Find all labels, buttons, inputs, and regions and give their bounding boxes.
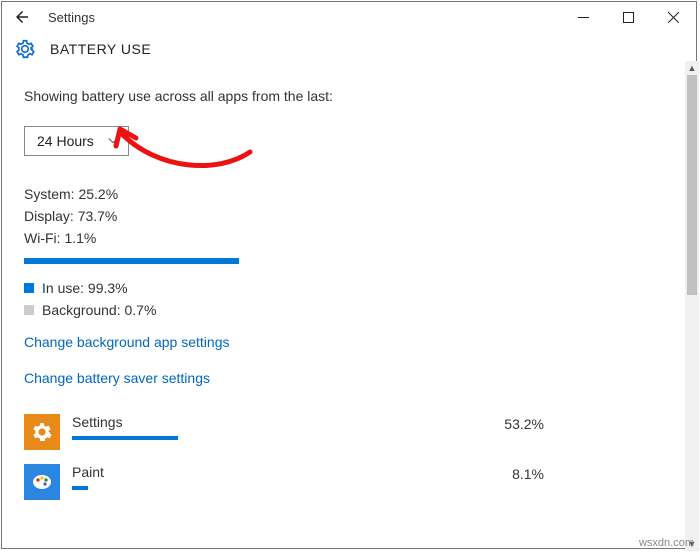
legend-background: Background: 0.7% bbox=[24, 302, 674, 318]
gear-icon bbox=[14, 38, 36, 60]
annotation-arrow bbox=[108, 112, 268, 182]
window-title: Settings bbox=[42, 10, 95, 25]
app-percent: 53.2% bbox=[284, 414, 544, 432]
scrollbar-thumb[interactable] bbox=[687, 75, 697, 295]
app-percent: 8.1% bbox=[284, 464, 544, 482]
dropdown-selected-value: 24 Hours bbox=[37, 133, 94, 149]
app-icon-paint bbox=[24, 464, 60, 500]
chevron-down-icon bbox=[108, 136, 118, 146]
usage-bar bbox=[24, 258, 239, 264]
stat-system: System: 25.2% bbox=[24, 186, 674, 202]
link-background-app-settings[interactable]: Change background app settings bbox=[24, 334, 229, 350]
arrow-left-icon bbox=[13, 8, 31, 26]
legend-in-use: In use: 99.3% bbox=[24, 280, 674, 296]
app-name-label: Paint bbox=[72, 464, 272, 480]
app-row-settings[interactable]: Settings 53.2% bbox=[24, 414, 674, 450]
app-usage-bar bbox=[72, 436, 178, 440]
settings-app-icon bbox=[30, 420, 54, 444]
paint-app-icon bbox=[30, 470, 54, 494]
title-bar: Settings bbox=[2, 2, 696, 32]
minimize-button[interactable] bbox=[561, 2, 606, 32]
app-icon-settings bbox=[24, 414, 60, 450]
app-info: Settings bbox=[72, 414, 272, 440]
app-row-paint[interactable]: Paint 8.1% bbox=[24, 464, 674, 500]
maximize-button[interactable] bbox=[606, 2, 651, 32]
page-title: BATTERY USE bbox=[50, 41, 151, 57]
back-button[interactable] bbox=[2, 8, 42, 26]
page-heading-row: BATTERY USE bbox=[2, 32, 696, 66]
stat-display: Display: 73.7% bbox=[24, 208, 674, 224]
description-text: Showing battery use across all apps from… bbox=[24, 88, 674, 104]
link-battery-saver-settings[interactable]: Change battery saver settings bbox=[24, 370, 210, 386]
app-info: Paint bbox=[72, 464, 272, 490]
swatch-in-use-icon bbox=[24, 283, 34, 293]
app-usage-bar bbox=[72, 486, 88, 490]
window-controls bbox=[561, 2, 696, 32]
watermark: wsxdn.com bbox=[639, 537, 694, 549]
close-button[interactable] bbox=[651, 2, 696, 32]
scroll-up-icon[interactable]: ▲ bbox=[685, 61, 699, 75]
app-list: Settings 53.2% Paint 8.1% bbox=[24, 414, 674, 500]
stat-wifi: Wi-Fi: 1.1% bbox=[24, 230, 674, 246]
time-range-dropdown[interactable]: 24 Hours bbox=[24, 126, 129, 156]
scrollbar[interactable]: ▲ ▼ bbox=[685, 61, 699, 551]
app-name-label: Settings bbox=[72, 414, 272, 430]
swatch-background-icon bbox=[24, 305, 34, 315]
content-area: Showing battery use across all apps from… bbox=[2, 66, 696, 548]
